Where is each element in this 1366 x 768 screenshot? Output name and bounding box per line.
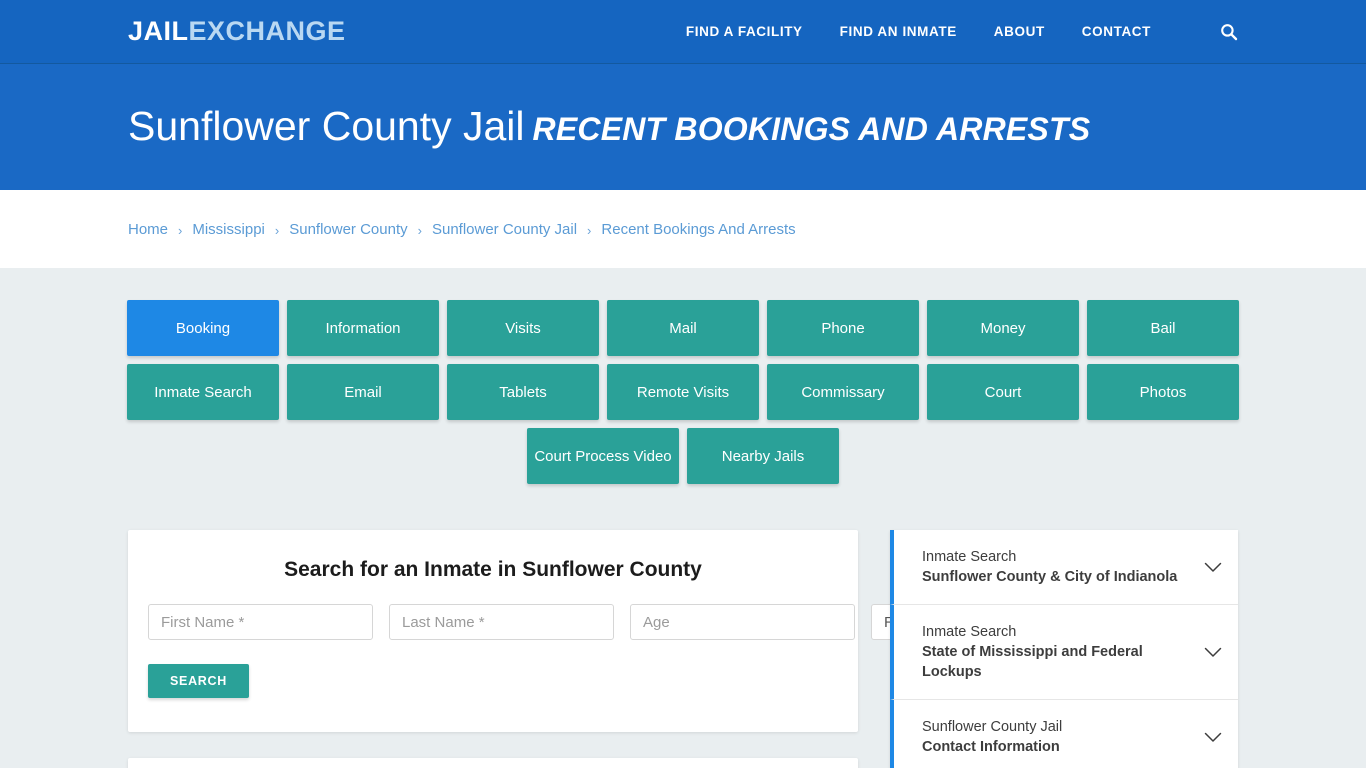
tab-booking[interactable]: Booking — [127, 300, 279, 356]
nav-link-about[interactable]: ABOUT — [994, 24, 1045, 39]
breadcrumb-item-recent-bookings-and-arrests[interactable]: Recent Bookings And Arrests — [601, 221, 795, 238]
tab-bail[interactable]: Bail — [1087, 300, 1239, 356]
sidebar-accordion: Inmate Search Sunflower County & City of… — [890, 530, 1238, 768]
top-navigation-bar: JAILEXCHANGE FIND A FACILITY FIND AN INM… — [0, 0, 1366, 64]
tab-visits[interactable]: Visits — [447, 300, 599, 356]
nav-links: FIND A FACILITY FIND AN INMATE ABOUT CON… — [686, 23, 1238, 41]
breadcrumb-separator-icon: › — [274, 222, 280, 238]
breadcrumb-separator-icon: › — [178, 222, 183, 238]
tab-court-process-video[interactable]: Court Process Video — [527, 428, 679, 484]
accordion-item-text: Inmate Search State of Mississippi and F… — [922, 622, 1192, 682]
first-name-input[interactable] — [148, 604, 373, 640]
tab-information[interactable]: Information — [287, 300, 439, 356]
accordion-item-inmate-search-state[interactable]: Inmate Search State of Mississippi and F… — [890, 605, 1238, 700]
breadcrumb-item-home[interactable]: Home — [128, 221, 168, 238]
breadcrumb-item-sunflower-county[interactable]: Sunflower County — [289, 221, 407, 238]
accordion-item-text: Inmate Search Sunflower County & City of… — [922, 547, 1192, 587]
chevron-down-icon — [1204, 562, 1222, 573]
accordion-item-line2: Contact Information — [922, 739, 1060, 755]
last-name-input[interactable] — [389, 604, 614, 640]
nav-link-find-an-inmate[interactable]: FIND AN INMATE — [840, 24, 957, 39]
breadcrumb: Home › Mississippi › Sunflower County › … — [128, 221, 796, 238]
breadcrumb-separator-icon: › — [587, 222, 592, 238]
tab-photos[interactable]: Photos — [1087, 364, 1239, 420]
accordion-item-line1: Inmate Search — [922, 624, 1017, 640]
page-title: Sunflower County Jail Recent Bookings and… — [128, 105, 1090, 148]
tab-money[interactable]: Money — [927, 300, 1079, 356]
nav-link-find-a-facility[interactable]: FIND A FACILITY — [686, 24, 803, 39]
accordion-item-line2: State of Mississippi and Federal Lockups — [922, 644, 1143, 680]
tab-nearby-jails[interactable]: Nearby Jails — [687, 428, 839, 484]
chevron-down-icon — [1204, 647, 1222, 658]
facility-tab-grid: Booking Information Visits Mail Phone Mo… — [127, 300, 1239, 484]
search-submit-button[interactable]: SEARCH — [148, 664, 249, 698]
tab-row-3: Court Process Video Nearby Jails — [135, 428, 1231, 484]
chevron-down-icon — [1204, 732, 1222, 743]
content-columns: Search for an Inmate in Sunflower County… — [128, 530, 1238, 768]
page-title-main: Sunflower County Jail — [128, 103, 525, 150]
inmate-search-card: Search for an Inmate in Sunflower County… — [128, 530, 1033, 732]
nav-link-contact[interactable]: CONTACT — [1082, 24, 1151, 39]
tab-row-1: Booking Information Visits Mail Phone Mo… — [127, 300, 1239, 356]
age-input[interactable] — [630, 604, 855, 640]
accordion-item-text: Sunflower County Jail Contact Informatio… — [922, 717, 1192, 757]
sidebar-column: Inmate Search Sunflower County & City of… — [890, 530, 1238, 768]
tab-row-2: Inmate Search Email Tablets Remote Visit… — [127, 364, 1239, 420]
page-title-subtitle: Recent Bookings and Arrests — [532, 111, 1091, 148]
tab-phone[interactable]: Phone — [767, 300, 919, 356]
breadcrumb-item-mississippi[interactable]: Mississippi — [192, 221, 265, 238]
accordion-item-inmate-search-county[interactable]: Inmate Search Sunflower County & City of… — [890, 530, 1238, 605]
tab-commissary[interactable]: Commissary — [767, 364, 919, 420]
breadcrumb-separator-icon: › — [417, 222, 422, 238]
accordion-item-line1: Inmate Search — [922, 549, 1017, 565]
inmate-search-fields: Race — [148, 604, 1033, 640]
page-banner: Sunflower County Jail Recent Bookings and… — [0, 64, 1366, 190]
search-icon[interactable] — [1220, 23, 1238, 41]
main-content: Booking Information Visits Mail Phone Mo… — [0, 268, 1366, 768]
accordion-item-contact-information[interactable]: Sunflower County Jail Contact Informatio… — [890, 700, 1238, 768]
logo-text-exchange: EXCHANGE — [188, 16, 346, 46]
logo-text-jail: JAIL — [128, 16, 189, 46]
tab-email[interactable]: Email — [287, 364, 439, 420]
breadcrumb-item-sunflower-county-jail[interactable]: Sunflower County Jail — [432, 221, 577, 238]
accordion-item-line1: Sunflower County Jail — [922, 719, 1063, 735]
tab-court[interactable]: Court — [927, 364, 1079, 420]
main-column: Search for an Inmate in Sunflower County… — [128, 530, 1033, 768]
tab-remote-visits[interactable]: Remote Visits — [607, 364, 759, 420]
accordion-item-line2: Sunflower County & City of Indianola — [922, 569, 1178, 585]
faq-card: Frequently Asked Questions about Sunflow… — [128, 758, 858, 768]
site-logo[interactable]: JAILEXCHANGE — [128, 18, 346, 45]
tab-tablets[interactable]: Tablets — [447, 364, 599, 420]
breadcrumb-bar: Home › Mississippi › Sunflower County › … — [0, 190, 1366, 268]
tab-inmate-search[interactable]: Inmate Search — [127, 364, 279, 420]
inmate-search-heading: Search for an Inmate in Sunflower County — [284, 558, 702, 581]
tab-mail[interactable]: Mail — [607, 300, 759, 356]
